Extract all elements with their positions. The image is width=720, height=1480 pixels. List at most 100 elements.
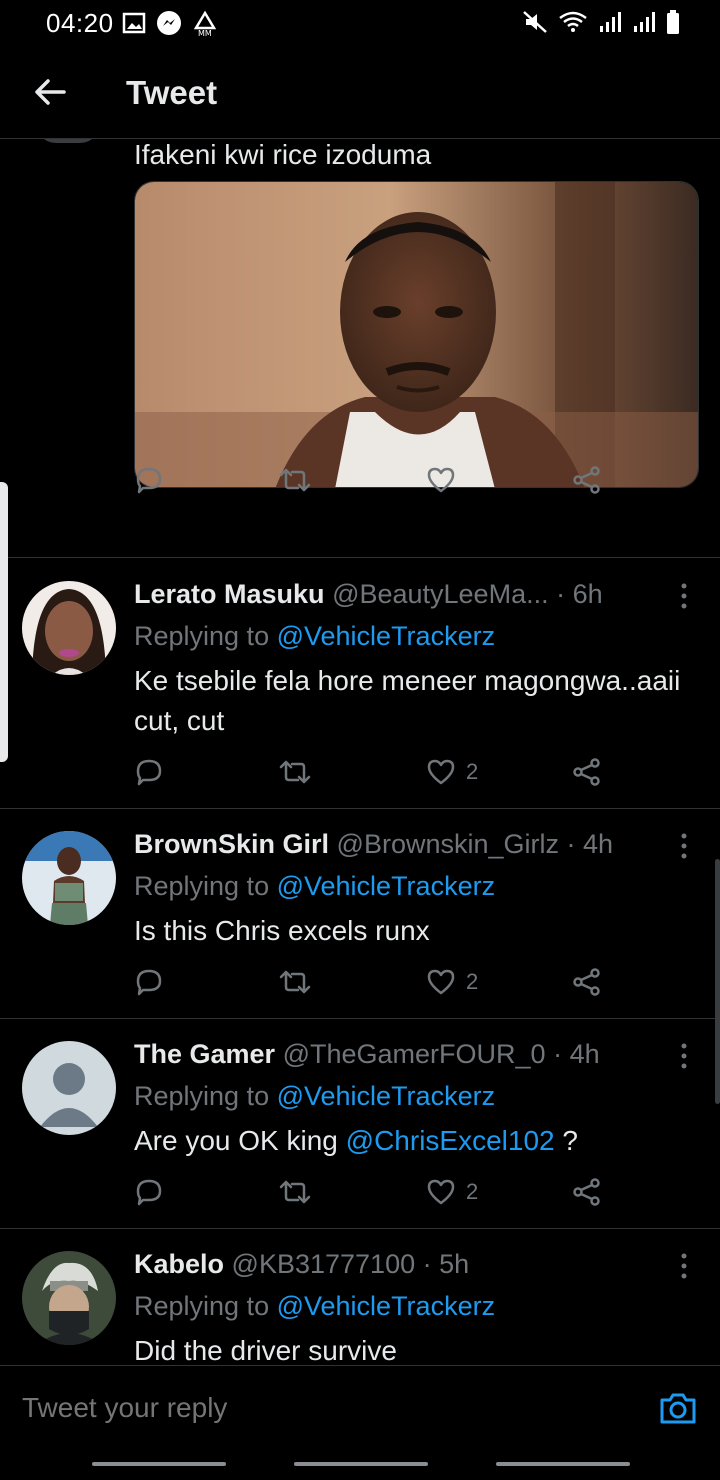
avatar[interactable] [22, 1251, 116, 1345]
like-button[interactable]: 2 [426, 757, 478, 787]
timestamp[interactable]: 5h [439, 1249, 469, 1279]
status-time: 04:20 [46, 8, 114, 38]
share-icon [573, 1178, 600, 1206]
like-button[interactable] [426, 465, 456, 495]
avatar[interactable] [36, 139, 100, 143]
reply-button[interactable] [134, 967, 164, 997]
reply-tweet[interactable]: BrownSkin Girl @Brownskin_Girlz · 4h Rep… [0, 809, 720, 1019]
share-button[interactable] [572, 967, 602, 997]
replying-to-label: Replying to [134, 621, 277, 651]
user-handle[interactable]: @TheGamerFOUR_0 [283, 1039, 546, 1069]
signal-2-icon [634, 12, 655, 32]
tweet-text: Ke tsebile fela hore meneer magongwa..aa… [134, 665, 681, 736]
status-bar: 04:20 MM [0, 0, 720, 46]
timestamp[interactable]: 4h [583, 829, 613, 859]
battery-icon [667, 10, 679, 34]
action-bar: 2 [134, 757, 614, 797]
avatar[interactable] [22, 1041, 116, 1135]
retweet-button[interactable] [278, 757, 312, 787]
reply-button[interactable] [134, 757, 164, 787]
replying-to: Replying to @VehicleTrackerz [134, 1291, 495, 1322]
scrollbar[interactable] [715, 859, 720, 1104]
page-title: Tweet [126, 74, 218, 111]
separator: · [548, 579, 573, 609]
mention-link[interactable]: @VehicleTrackerz [277, 1291, 495, 1321]
retweet-button[interactable] [278, 967, 312, 997]
avatar[interactable] [22, 831, 116, 925]
tweet-image[interactable] [134, 181, 699, 488]
more-icon[interactable] [674, 1251, 694, 1281]
like-count: 2 [466, 969, 479, 994]
replying-to-label: Replying to [134, 1291, 277, 1321]
retweet-button[interactable] [278, 1177, 312, 1207]
like-button[interactable]: 2 [426, 1177, 478, 1207]
tweet-text: Ifakeni kwi rice izoduma [134, 139, 432, 170]
tweet-thread[interactable]: Ifakeni kwi rice izoduma Lerato Masuku @… [0, 139, 720, 1365]
retweet-button[interactable] [278, 465, 312, 495]
reply-tweet[interactable]: The Gamer @TheGamerFOUR_0 · 4h Replying … [0, 1019, 720, 1229]
replying-to-label: Replying to [134, 1081, 277, 1111]
reply-icon [136, 467, 162, 494]
app-notification-icon: MM [193, 10, 217, 36]
more-icon[interactable] [674, 581, 694, 611]
reply-meta: Lerato Masuku @BeautyLeeMa... · 6h [134, 579, 674, 610]
like-button[interactable]: 2 [426, 967, 478, 997]
mention-link[interactable]: @VehicleTrackerz [277, 621, 495, 651]
mention-link[interactable]: @ChrisExcel102 [346, 1125, 555, 1156]
nav-home-button[interactable] [294, 1462, 428, 1466]
share-icon [573, 758, 600, 786]
media-photo [135, 182, 698, 487]
more-icon[interactable] [674, 1041, 694, 1071]
share-button[interactable] [572, 465, 602, 495]
reply-meta: BrownSkin Girl @Brownskin_Girlz · 4h [134, 829, 674, 860]
display-name[interactable]: Kabelo [134, 1249, 224, 1279]
mute-icon [523, 11, 547, 33]
separator: · [415, 1249, 440, 1279]
parent-reply[interactable]: Ifakeni kwi rice izoduma [0, 139, 720, 558]
tweet-text: Did the driver survive [134, 1335, 397, 1365]
replying-to-label: Replying to [134, 871, 277, 901]
avatar[interactable] [22, 581, 116, 675]
display-name[interactable]: Lerato Masuku [134, 579, 325, 609]
nav-recents-button[interactable] [92, 1462, 226, 1466]
user-handle[interactable]: @Brownskin_Girlz [337, 829, 559, 859]
top-app-bar: Tweet [0, 46, 720, 139]
timestamp[interactable]: 4h [570, 1039, 600, 1069]
nav-back-button[interactable] [496, 1462, 630, 1466]
tweet-text-part: Are you OK king [134, 1125, 346, 1156]
retweet-icon [279, 970, 311, 994]
reply-button[interactable] [134, 465, 164, 495]
wifi-icon [559, 11, 587, 32]
retweet-icon [279, 468, 311, 492]
camera-icon[interactable] [658, 1390, 698, 1426]
signal-1-icon [600, 12, 621, 32]
edge-panel-handle[interactable] [0, 482, 8, 762]
share-button[interactable] [572, 757, 602, 787]
like-icon [427, 969, 455, 995]
tweet-text: Is this Chris excels runx [134, 915, 430, 946]
retweet-icon [279, 760, 311, 784]
reply-tweet[interactable]: Lerato Masuku @BeautyLeeMa... · 6h Reply… [0, 559, 720, 809]
reply-icon [136, 759, 162, 786]
more-icon[interactable] [674, 831, 694, 861]
display-name[interactable]: BrownSkin Girl [134, 829, 329, 859]
action-bar: 2 [134, 1177, 614, 1217]
reply-tweet[interactable]: Kabelo @KB31777100 · 5h Replying to @Veh… [0, 1229, 720, 1365]
reply-button[interactable] [134, 1177, 164, 1207]
reply-icon [136, 969, 162, 996]
messenger-notification-icon [157, 11, 181, 35]
user-handle[interactable]: @BeautyLeeMa... [332, 579, 549, 609]
like-icon [427, 467, 455, 493]
mention-link[interactable]: @VehicleTrackerz [277, 871, 495, 901]
separator: · [559, 829, 584, 859]
display-name[interactable]: The Gamer [134, 1039, 275, 1069]
status-left-icons: MM [122, 10, 218, 36]
action-bar [134, 465, 614, 505]
mention-link[interactable]: @VehicleTrackerz [277, 1081, 495, 1111]
user-handle[interactable]: @KB31777100 [232, 1249, 416, 1279]
timestamp[interactable]: 6h [573, 579, 603, 609]
gallery-notification-icon [122, 12, 146, 34]
reply-input[interactable] [22, 1392, 582, 1424]
back-arrow-icon[interactable] [30, 72, 70, 112]
share-button[interactable] [572, 1177, 602, 1207]
